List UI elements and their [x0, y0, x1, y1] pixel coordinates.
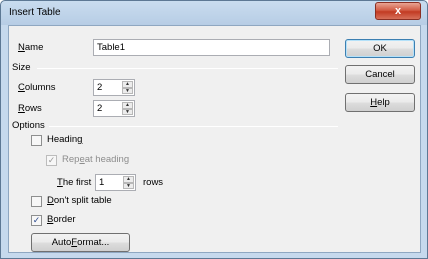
border-label[interactable]: Border — [47, 214, 76, 225]
columns-label: Columns — [18, 82, 56, 93]
heading-checkbox[interactable] — [31, 135, 42, 146]
name-input[interactable]: Table1 — [93, 39, 330, 56]
help-button[interactable]: Help — [345, 93, 415, 112]
ok-button[interactable]: OK — [345, 39, 415, 58]
check-icon: ✓ — [47, 155, 56, 165]
rows-value: 2 — [97, 103, 103, 114]
name-label: Name — [18, 42, 44, 53]
dont-split-table-checkbox[interactable] — [31, 196, 42, 207]
autoformat-button[interactable]: AutoFormat... — [31, 233, 130, 252]
dont-split-table-label[interactable]: Don't split table — [47, 195, 112, 206]
the-first-label: The first — [57, 177, 92, 188]
repeat-heading-checkbox[interactable]: ✓ — [46, 155, 57, 166]
check-icon: ✓ — [32, 215, 41, 225]
the-first-value: 1 — [99, 177, 105, 188]
rows-label: Rows — [18, 103, 42, 114]
close-button[interactable]: x — [375, 2, 421, 20]
cancel-button[interactable]: Cancel — [345, 65, 415, 84]
dialog-title: Insert Table — [9, 7, 61, 18]
the-first-spinbox[interactable]: 1 ▲ ▼ — [95, 174, 136, 191]
dialog-body: Name Table1 Size Columns 2 ▲ ▼ Rows 2 ▲ … — [8, 25, 421, 253]
options-section-title: Options — [12, 120, 45, 131]
columns-down-arrow-icon[interactable]: ▼ — [122, 87, 133, 94]
size-section-title: Size — [12, 62, 31, 73]
rows-down-arrow-icon[interactable]: ▼ — [122, 108, 133, 115]
heading-label[interactable]: Heading — [47, 134, 82, 145]
repeat-heading-label: Repeat heading — [62, 154, 130, 165]
rows-spinbox[interactable]: 2 ▲ ▼ — [93, 100, 135, 117]
border-checkbox[interactable]: ✓ — [31, 215, 42, 226]
options-divider — [49, 126, 338, 127]
columns-value: 2 — [97, 82, 103, 93]
close-icon: x — [394, 5, 402, 17]
rows-suffix-label: rows — [143, 177, 164, 188]
columns-spinbox[interactable]: 2 ▲ ▼ — [93, 79, 135, 96]
size-divider — [37, 68, 338, 69]
title-bar[interactable]: Insert Table x — [1, 1, 427, 25]
first-down-arrow-icon[interactable]: ▼ — [123, 182, 134, 189]
insert-table-dialog: Insert Table x Name Table1 Size Columns … — [0, 0, 428, 259]
